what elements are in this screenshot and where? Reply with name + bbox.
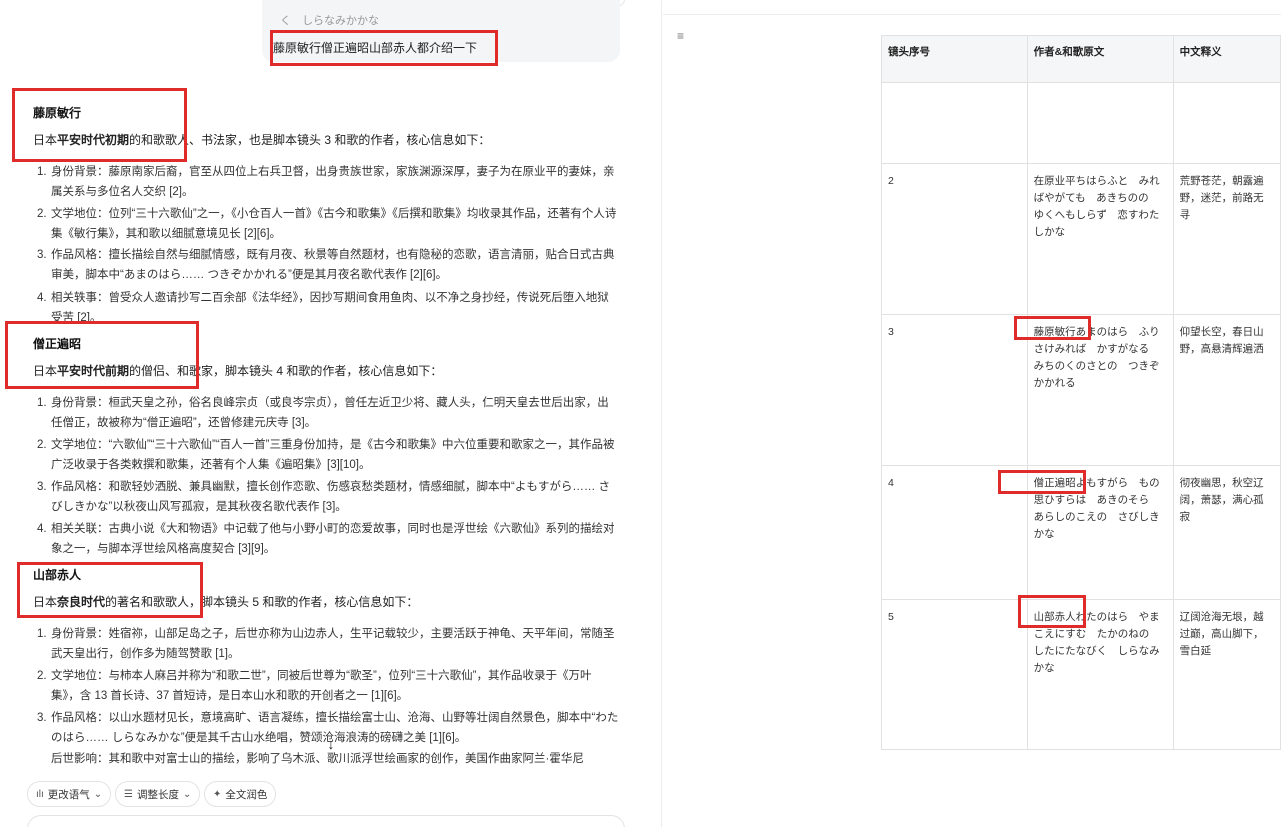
adjust-length-button[interactable]: ☰ 调整长度 ⌄ (115, 781, 201, 807)
table-row: 5 山部赤人わたのはら やまこえにすむ たかのねの したにたなびく しらなみかな… (881, 599, 1281, 750)
table-cell[interactable]: 4 (881, 465, 1028, 600)
table-row: 2 在原业平ちはらふと みればやがても あきちのの ゆくへもしらず 恋すわたしか… (881, 163, 1281, 315)
section-title: 山部赤人 (33, 568, 82, 582)
table-cell[interactable]: 在原业平ちはらふと みればやがても あきちのの ゆくへもしらず 恋すわたしかな (1026, 163, 1174, 315)
highlight-box (12, 88, 187, 162)
quote-reference[interactable]: く しらなみかかな (280, 12, 379, 28)
table-cell[interactable]: 山部赤人わたのはら やまこえにすむ たかのねの したにたなびく しらなみかな (1026, 599, 1174, 750)
table-cell[interactable] (1026, 82, 1174, 164)
table-header-row: 镜头序号 作者&和歌原文 中文释义 (881, 35, 1281, 83)
divider (663, 14, 1281, 15)
list-item: 3. 作品风格：擅长描绘自然与细腻情感，既有月夜、秋景等自然题材，也有隐秘的恋歌，… (37, 249, 615, 281)
waveform-icon: ılı (36, 788, 44, 800)
list-item: 2. 文学地位：位列“三十六歌仙”之一，《小仓百人一首》《古今和歌集》《后撰和歌集… (37, 208, 617, 240)
table-cell[interactable] (1172, 82, 1281, 164)
table-cell[interactable]: 藤原敏行あまのはら ふりさけみれば かすがなる みちのくのさとの つきぞかかれる (1026, 314, 1174, 466)
change-tone-button[interactable]: ılı 更改语气 ⌄ (27, 781, 112, 807)
column-header: 作者&和歌原文 (1026, 35, 1174, 83)
table-cell[interactable]: 彻夜幽思，秋空辽阔，萧瑟，满心孤寂 (1172, 465, 1281, 600)
outline-icon[interactable]: ≡ (677, 30, 689, 42)
table-cell[interactable]: 僧正遍昭よもすがら もの思ひすらは あきのそら あらしのこえの さびしきかな (1026, 465, 1174, 600)
chat-pane: く しらなみかかな 藤原敏行僧正遍昭山部赤人都介绍一下 藤原敏行 日本平安时代初… (0, 0, 662, 827)
message-input[interactable] (27, 815, 625, 827)
table-cell[interactable]: 辽阔沧海无垠，越过巅，高山脚下，雪白延 (1172, 599, 1281, 750)
list-item: 1. 身份背景：桓武天皇之孙，俗名良峰宗贞（或良岑宗贞），曾任左近卫少将、藏人头，… (37, 397, 609, 429)
table-cell[interactable]: 仰望长空，春日山野，高悬清辉遍洒 (1172, 314, 1281, 466)
list-item: 4. 相关关联：古典小说《大和物语》中记载了他与小野小町的恋爱故事，同时也是浮世绘… (37, 523, 615, 555)
section-intro: 日本奈良时代的著名和歌歌人，脚本镜头 5 和歌的作者，核心信息如下： (33, 595, 419, 609)
list-item: 3. 作品风格：和歌轻妙洒脱、兼具幽默，擅长创作恋歌、伤感哀愁类题材，情感细腻，脚… (37, 481, 611, 513)
column-header: 镜头序号 (881, 35, 1028, 83)
arrow-down-icon[interactable]: ↓ (320, 733, 342, 755)
section-title: 僧正遍昭 (33, 337, 82, 351)
table-cell[interactable]: 2 (881, 163, 1028, 315)
lines-icon: ☰ (124, 788, 133, 800)
user-question: 藤原敏行僧正遍昭山部赤人都介绍一下 (273, 41, 478, 55)
script-table: 镜头序号 作者&和歌原文 中文释义 2 在原业平ちはらふと みればやがても あき… (881, 35, 1281, 750)
table-cell[interactable]: 荒野苍茫，朝露遍野，迷茫，前路无寻 (1172, 163, 1281, 315)
polish-text-button[interactable]: ✦ 全文润色 (204, 781, 277, 807)
list-item: 1. 身份背景：藤原南家后裔，官至从四位上右兵卫督，出身贵族世家，家族渊源深厚，妻… (37, 166, 615, 198)
quote-text: しらなみかかな (302, 15, 380, 27)
list-item: 4. 相关轶事：曾受众人邀请抄写二百余部《法华经》，因抄写期间食用鱼肉、以不净之身… (37, 292, 609, 324)
table-row: 3 藤原敏行あまのはら ふりさけみれば かすがなる みちのくのさとの つきぞかか… (881, 314, 1281, 466)
chevron-down-icon: ⌄ (93, 788, 103, 800)
table-cell[interactable] (881, 82, 1028, 164)
table-cell[interactable]: 3 (881, 314, 1028, 466)
chevron-down-icon: ⌄ (182, 788, 192, 800)
table-row: 4 僧正遍昭よもすがら もの思ひすらは あきのそら あらしのこえの さびしきかな… (881, 465, 1281, 600)
section-title: 藤原敏行 (33, 106, 82, 120)
list-item: 1. 身份背景：姓宿祢，山部足岛之子，后世亦称为山边赤人，生平记载较少，主要活跃于… (37, 628, 615, 660)
section-intro: 日本平安时代前期的僧侣、和歌家，脚本镜头 4 和歌的作者，核心信息如下： (33, 364, 443, 378)
column-header: 中文释义 (1172, 35, 1281, 83)
table-row (881, 82, 1281, 164)
table-cell[interactable]: 5 (881, 599, 1028, 750)
sparkle-icon: ✦ (213, 788, 222, 800)
list-item: 2. 文学地位：与柿本人麻吕并称为“和歌二世”，同被后世尊为“歌圣”，位列“三十六… (37, 670, 592, 702)
chevron-left-icon: く (280, 15, 291, 27)
section-intro: 日本平安时代初期的和歌歌人、书法家，也是脚本镜头 3 和歌的作者，核心信息如下： (33, 133, 491, 147)
list-item: 2. 文学地位：“六歌仙”“三十六歌仙”“百人一首”三重身份加持，是《古今和歌集》… (37, 439, 615, 471)
